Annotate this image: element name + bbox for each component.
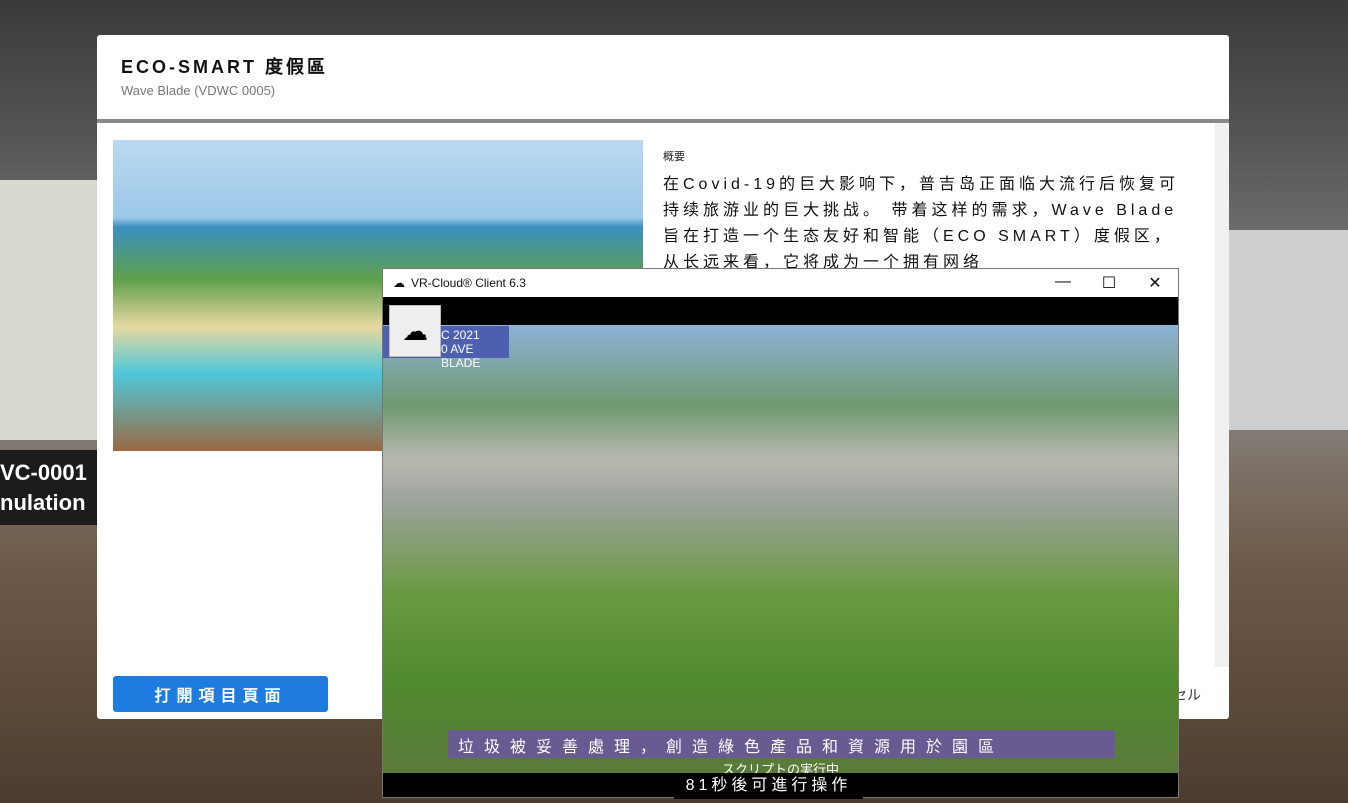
window-title: VR-Cloud® Client 6.3 bbox=[411, 276, 526, 290]
description-label: 概要 bbox=[663, 151, 685, 163]
tag-line: 0 AVE BLADE bbox=[441, 342, 481, 370]
close-button[interactable]: ✕ bbox=[1132, 273, 1178, 293]
scrollbar[interactable] bbox=[1215, 123, 1229, 667]
background-poster bbox=[0, 180, 97, 440]
vr-cloud-menu-icon[interactable]: ☁ bbox=[389, 305, 441, 357]
dialog-title: ECO-SMART 度假區 bbox=[121, 57, 328, 77]
dialog-subtitle: Wave Blade (VDWC 0005) bbox=[121, 83, 276, 98]
window-titlebar[interactable]: ☁ VR-Cloud® Client 6.3 — ☐ ✕ bbox=[383, 269, 1178, 297]
description: 概要 在Covid-19的巨大影响下，普吉岛正面临大流行后恢复可持续旅游业的巨大… bbox=[663, 148, 1193, 276]
background-wall bbox=[1229, 230, 1348, 430]
maximize-button[interactable]: ☐ bbox=[1086, 273, 1132, 293]
description-text: 在Covid-19的巨大影响下，普吉岛正面临大流行后恢复可持续旅游业的巨大挑战。… bbox=[663, 176, 1180, 271]
tag-line: C 2021 bbox=[441, 328, 480, 342]
minimize-button[interactable]: — bbox=[1040, 273, 1086, 293]
scene-subtitle: 垃圾被妥善處理，創造綠色產品和資源用於園區 bbox=[448, 730, 1115, 758]
dialog-header: ECO-SMART 度假區 Wave Blade (VDWC 0005) bbox=[97, 35, 1229, 119]
countdown-text: 81秒後可進行操作 bbox=[674, 773, 863, 799]
cloud-app-icon: ☁ bbox=[393, 276, 405, 290]
sign-text: VC-0001 bbox=[0, 460, 87, 485]
sign-text: nulation bbox=[0, 490, 86, 515]
open-project-button[interactable]: 打開項目頁面 bbox=[113, 676, 328, 712]
vr-scene-view[interactable]: C 2021 0 AVE BLADE 垃圾被妥善處理，創造綠色產品和資源用於園區 … bbox=[383, 325, 1178, 777]
background-sign: VC-0001 nulation bbox=[0, 450, 100, 525]
vr-cloud-window: ☁ VR-Cloud® Client 6.3 — ☐ ✕ C 2021 0 AVE… bbox=[382, 268, 1179, 799]
divider bbox=[97, 119, 1229, 123]
